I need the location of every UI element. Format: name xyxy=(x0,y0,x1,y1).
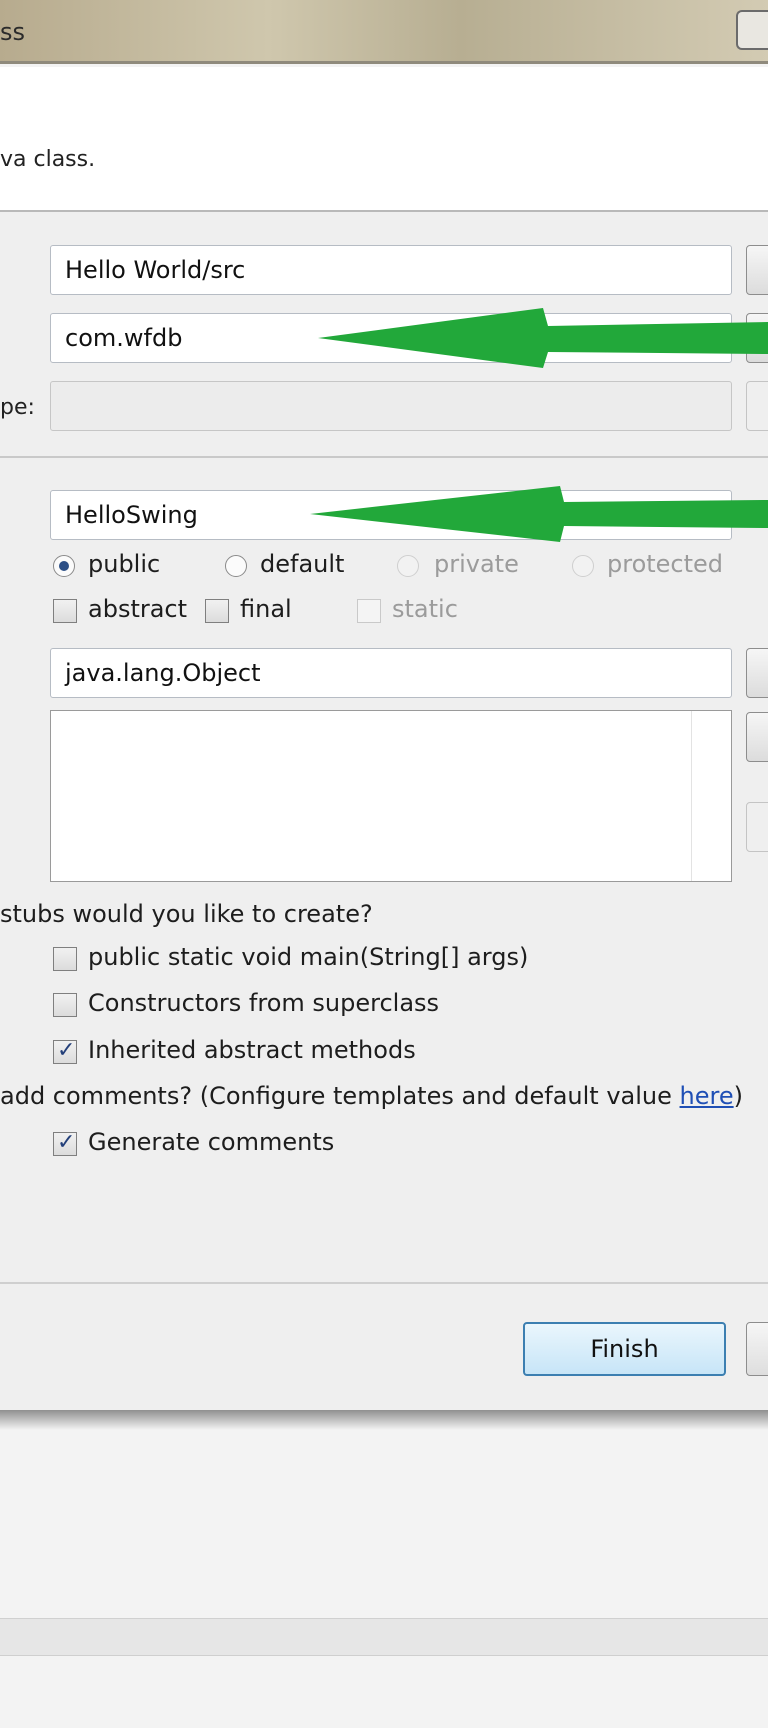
generate-comments-label: Generate comments xyxy=(88,1128,335,1156)
radio-public-label: public xyxy=(88,550,161,578)
wizard-header: va class. xyxy=(0,67,768,212)
enclosing-type-browse-button xyxy=(746,381,768,431)
comments-question-close: ) xyxy=(733,1082,743,1110)
constructors-label: Constructors from superclass xyxy=(88,989,440,1017)
abstract-label: abstract xyxy=(88,595,188,623)
radio-private-label: private xyxy=(434,550,519,578)
cancel-button[interactable] xyxy=(746,1322,768,1376)
interfaces-list[interactable] xyxy=(50,710,732,882)
comments-question: add comments? (Configure templates and d… xyxy=(0,1082,743,1110)
background-bar xyxy=(0,1618,768,1656)
dialog-title: ss xyxy=(0,18,26,46)
finish-button[interactable]: Finish xyxy=(523,1322,726,1376)
enclosing-type-label: pe: xyxy=(0,395,35,420)
final-checkbox[interactable] xyxy=(205,599,229,623)
source-folder-browse-button[interactable] xyxy=(746,245,768,295)
radio-protected xyxy=(572,555,594,577)
add-interface-button[interactable] xyxy=(746,712,768,762)
constructors-checkbox[interactable] xyxy=(53,993,77,1017)
inherited-methods-checkbox[interactable] xyxy=(53,1038,77,1064)
package-arrow-annotation xyxy=(318,308,768,368)
comments-question-text: add comments? (Configure templates and d… xyxy=(0,1082,680,1110)
dialog-title-bar: ss xyxy=(0,0,768,64)
configure-templates-link[interactable]: here xyxy=(680,1082,734,1110)
final-label: final xyxy=(240,595,292,623)
class-name-arrow-annotation xyxy=(310,486,768,542)
interfaces-list-scrollbar[interactable] xyxy=(691,711,731,881)
enclosing-type-input xyxy=(50,381,732,431)
wizard-description: va class. xyxy=(0,147,96,172)
source-folder-input[interactable]: Hello World/src xyxy=(50,245,732,295)
inherited-methods-label: Inherited abstract methods xyxy=(88,1036,416,1064)
footer-divider xyxy=(0,1282,768,1284)
window-control-button[interactable] xyxy=(736,10,768,50)
static-checkbox xyxy=(357,599,381,623)
static-label: static xyxy=(392,595,458,623)
dialog-bottom-edge xyxy=(0,1410,768,1430)
radio-default-label: default xyxy=(260,550,345,578)
wizard-body: Hello World/src com.wfdb pe: HelloSwing … xyxy=(0,212,768,1417)
radio-public[interactable] xyxy=(53,555,75,577)
main-method-checkbox[interactable] xyxy=(53,947,77,971)
abstract-checkbox[interactable] xyxy=(53,599,77,623)
superclass-input[interactable]: java.lang.Object xyxy=(50,648,732,698)
main-method-label: public static void main(String[] args) xyxy=(88,943,529,971)
section-divider xyxy=(0,456,768,458)
radio-default[interactable] xyxy=(225,555,247,577)
radio-private xyxy=(397,555,419,577)
generate-comments-checkbox[interactable] xyxy=(53,1130,77,1156)
superclass-browse-button[interactable] xyxy=(746,648,768,698)
stubs-question: stubs would you like to create? xyxy=(0,900,373,928)
radio-protected-label: protected xyxy=(607,550,724,578)
remove-interface-button xyxy=(746,802,768,852)
